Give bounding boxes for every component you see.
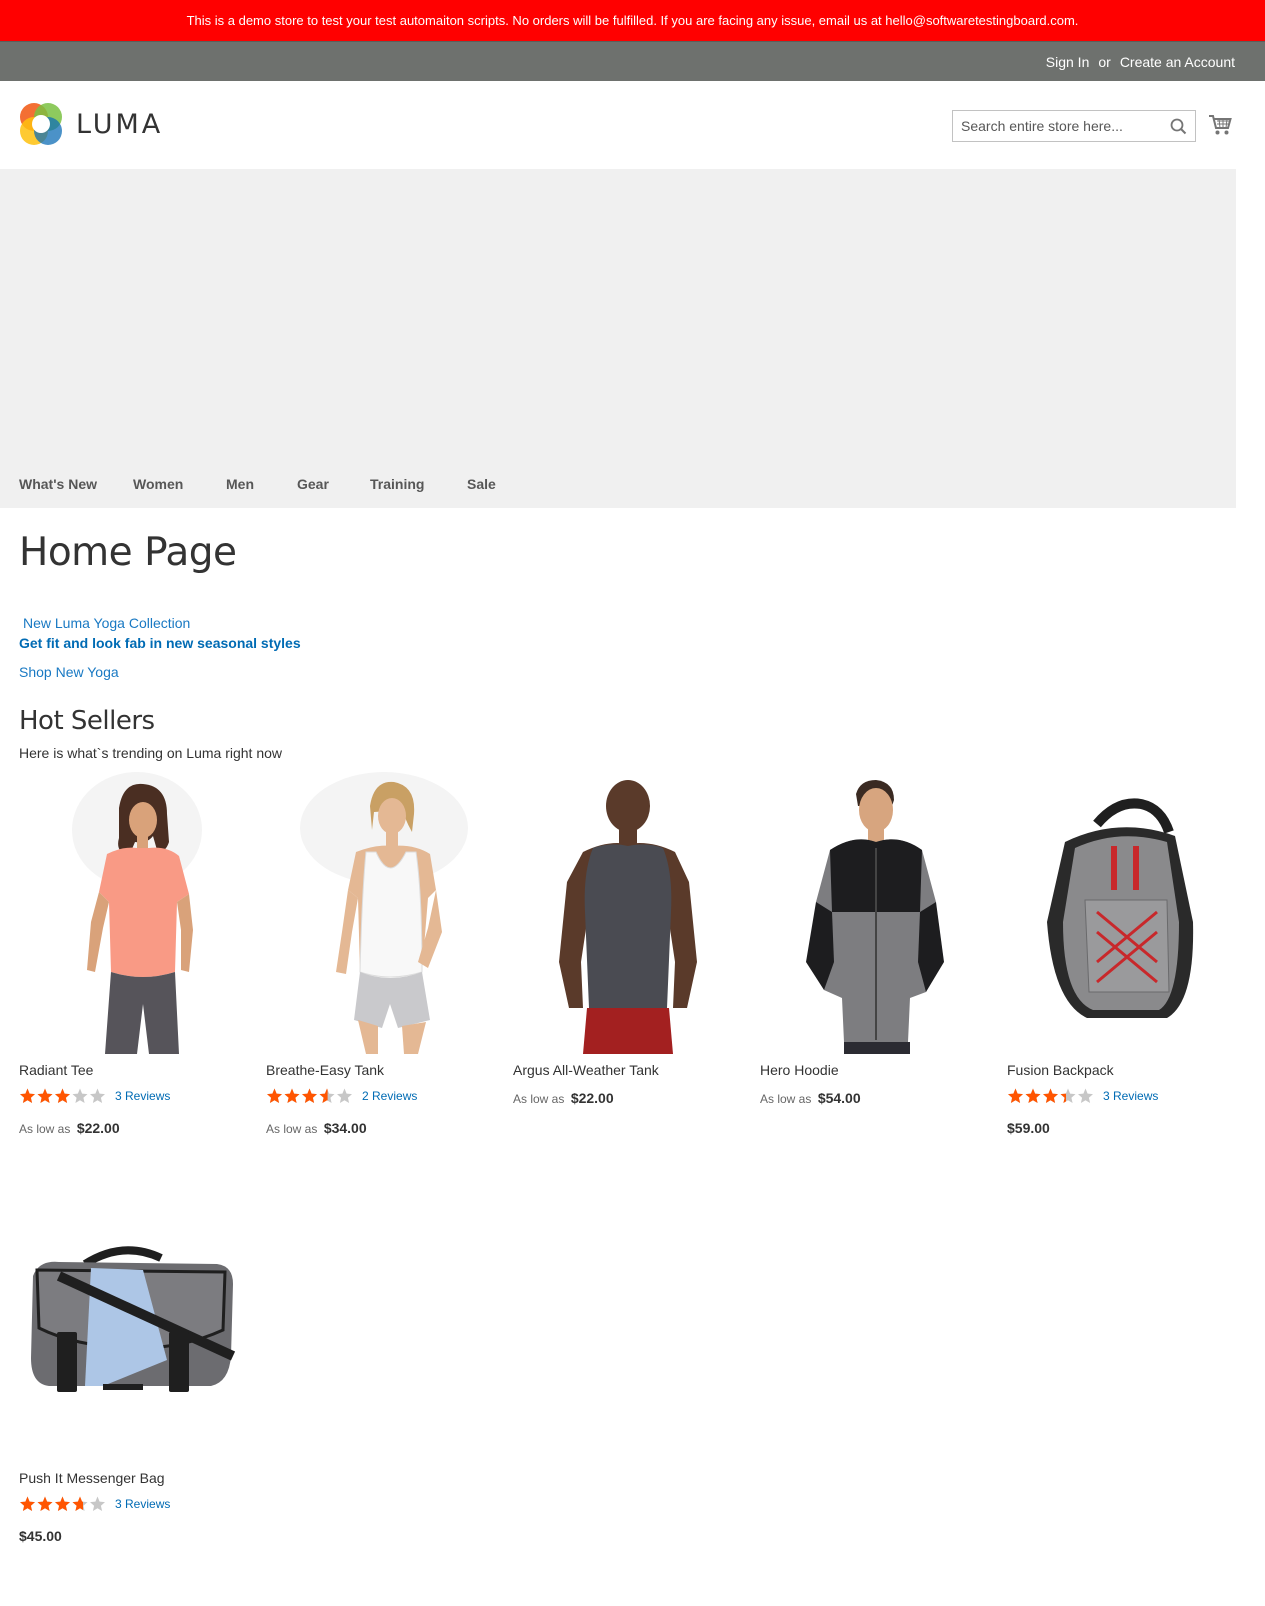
product-image[interactable]	[266, 772, 498, 1054]
or-separator: or	[1098, 53, 1111, 70]
product-item: Breathe-Easy Tank 2 Reviews As low as $3…	[266, 772, 498, 1136]
luma-logo[interactable]: LUMA	[19, 102, 163, 146]
product-price: As low as $22.00	[513, 1090, 614, 1108]
product-item: Hero Hoodie As low as $54.00	[760, 772, 992, 1106]
rating-stars-icon	[20, 1088, 105, 1103]
product-name[interactable]: Fusion Backpack	[1007, 1062, 1114, 1078]
navigation-area: What's New Women Men Gear Training Sale	[0, 169, 1236, 508]
price-value: $54.00	[817, 1090, 861, 1106]
promo-title-link[interactable]: New Luma Yoga Collection	[23, 615, 190, 631]
product-reviews-link[interactable]: 2 Reviews	[362, 1089, 417, 1103]
logo-text: LUMA	[76, 108, 164, 140]
price-label: As low as	[19, 1122, 71, 1136]
product-rating: 3 Reviews	[19, 1496, 170, 1512]
rating-stars-icon	[267, 1088, 352, 1103]
search-input[interactable]	[953, 111, 1153, 141]
product-name[interactable]: Argus All-Weather Tank	[513, 1062, 659, 1078]
promo-subtitle-link[interactable]: Get fit and look fab in new seasonal sty…	[19, 635, 301, 651]
header: LUMA	[0, 81, 1265, 169]
product-name[interactable]: Push It Messenger Bag	[19, 1470, 165, 1486]
demo-notice-banner: This is a demo store to test your test a…	[0, 0, 1265, 41]
rating-stars-icon	[1008, 1088, 1093, 1103]
demo-notice-text: This is a demo store to test your test a…	[186, 13, 1079, 28]
product-name[interactable]: Breathe-Easy Tank	[266, 1062, 384, 1078]
product-price: $59.00	[1007, 1120, 1050, 1138]
hot-sellers-title: Hot Sellers	[19, 706, 155, 736]
page-title: Home Page	[19, 530, 237, 575]
product-rating: 3 Reviews	[1007, 1088, 1158, 1104]
product-rating: 2 Reviews	[266, 1088, 417, 1104]
header-top-bar: Sign In or Create an Account	[0, 41, 1265, 81]
product-reviews-link[interactable]: 3 Reviews	[115, 1497, 170, 1511]
product-image[interactable]	[513, 772, 745, 1054]
price-label: As low as	[760, 1092, 812, 1106]
product-price: As low as $34.00	[266, 1120, 367, 1138]
product-image[interactable]	[760, 772, 992, 1054]
nav-item-whats-new[interactable]: What's New	[19, 474, 100, 494]
hot-sellers-subtitle: Here is what`s trending on Luma right no…	[19, 745, 283, 761]
price-value: $22.00	[76, 1120, 120, 1136]
sign-in-link[interactable]: Sign In	[1046, 54, 1090, 70]
price-value: $59.00	[1007, 1120, 1050, 1136]
search-icon[interactable]	[1170, 118, 1187, 140]
product-image[interactable]	[19, 772, 251, 1054]
price-value: $22.00	[570, 1090, 614, 1106]
search-box	[952, 110, 1196, 142]
price-value: $34.00	[323, 1120, 367, 1136]
product-image[interactable]	[19, 1180, 251, 1462]
nav-item-men[interactable]: Men	[226, 474, 264, 494]
product-item: Argus All-Weather Tank As low as $22.00	[513, 772, 745, 1106]
rating-stars-icon	[20, 1496, 105, 1511]
product-reviews-link[interactable]: 3 Reviews	[1103, 1089, 1158, 1103]
nav-item-sale[interactable]: Sale	[467, 474, 496, 494]
cart-icon[interactable]	[1208, 114, 1232, 141]
product-item: Radiant Tee 3 Reviews As low as $22.00	[19, 772, 251, 1136]
price-label: As low as	[513, 1092, 565, 1106]
product-item: Push It Messenger Bag 3 Reviews $45.00	[19, 1180, 251, 1544]
product-price: $45.00	[19, 1528, 62, 1546]
price-label: As low as	[266, 1122, 318, 1136]
product-name[interactable]: Hero Hoodie	[760, 1062, 839, 1078]
luma-logo-icon	[20, 103, 62, 145]
product-image[interactable]	[1007, 772, 1239, 1054]
product-reviews-link[interactable]: 3 Reviews	[115, 1089, 170, 1103]
main-navigation: What's New Women Men Gear Training Sale	[19, 474, 529, 494]
product-price: As low as $54.00	[760, 1090, 861, 1108]
price-value: $45.00	[19, 1528, 62, 1544]
product-price: As low as $22.00	[19, 1120, 120, 1138]
product-item: Fusion Backpack 3 Reviews $59.00	[1007, 772, 1239, 1136]
nav-item-training[interactable]: Training	[370, 474, 434, 494]
create-account-link[interactable]: Create an Account	[1120, 54, 1235, 70]
nav-item-women[interactable]: Women	[133, 474, 193, 494]
product-name[interactable]: Radiant Tee	[19, 1062, 93, 1078]
product-rating: 3 Reviews	[19, 1088, 170, 1104]
nav-item-gear[interactable]: Gear	[297, 474, 337, 494]
shop-new-yoga-link[interactable]: Shop New Yoga	[19, 664, 119, 680]
